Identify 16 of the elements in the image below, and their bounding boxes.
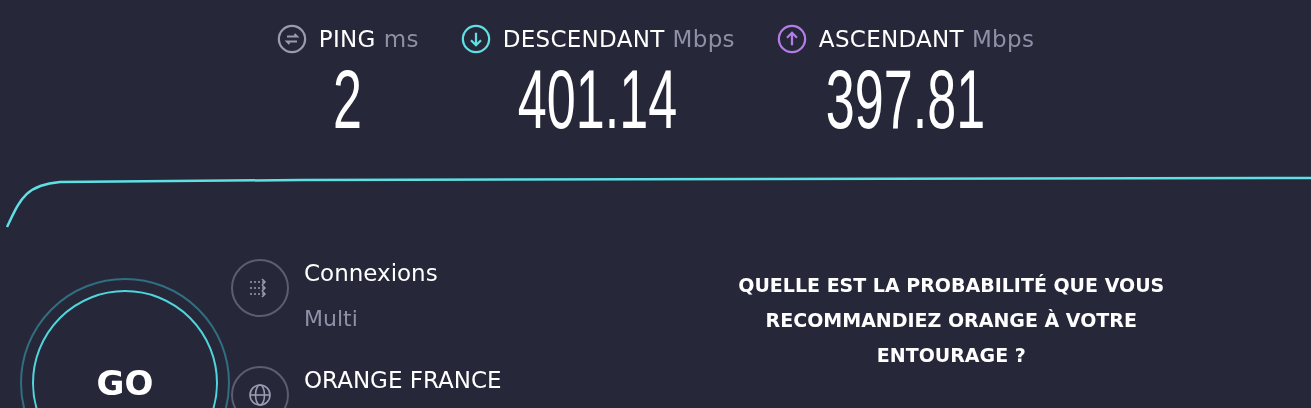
detail-subtitle: Multi bbox=[304, 304, 359, 333]
metric-unit: Mbps bbox=[672, 25, 735, 54]
detail-title: Connexions bbox=[304, 260, 438, 288]
metric-label: ASCENDANT bbox=[818, 25, 964, 54]
globe-icon bbox=[230, 364, 290, 408]
go-button[interactable]: GO bbox=[32, 290, 218, 408]
metric-value: 2 bbox=[333, 56, 363, 141]
detail-title: ORANGE FRANCE bbox=[304, 366, 502, 395]
connections-icon bbox=[230, 258, 290, 318]
metric-unit: Mbps bbox=[971, 25, 1035, 54]
metric-value: 397.81 bbox=[825, 56, 986, 141]
metric-label: DESCENDANT bbox=[502, 25, 665, 54]
survey-question: QUELLE EST LA PROBABILITÉ QUE VOUS RECOMMANDIEZ ORANGE À VOTRE ENTOURAGE ? bbox=[737, 273, 1166, 368]
metric-unit: ms bbox=[383, 25, 419, 54]
metric-label: PING bbox=[318, 25, 376, 54]
metric-value: 401.14 bbox=[518, 56, 678, 141]
